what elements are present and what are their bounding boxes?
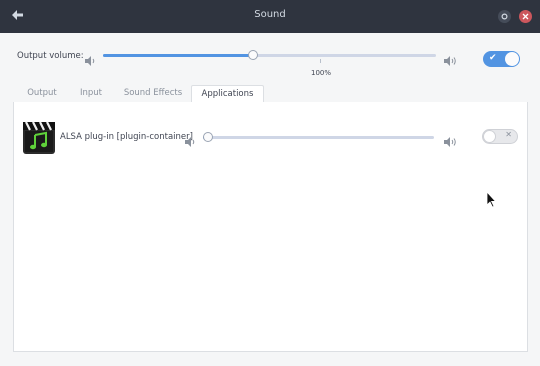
title-bar: Sound [0,0,540,33]
output-volume-slider[interactable] [103,54,436,57]
x-icon: ✕ [505,130,512,139]
tab-sound-effects[interactable]: Sound Effects [111,85,195,102]
speaker-high-icon [444,132,456,147]
window-title: Sound [254,9,286,20]
app-volume-slider[interactable] [203,136,434,139]
volume-tick [320,59,321,63]
toggle-knob [483,130,496,143]
check-icon: ✔ [489,53,497,63]
media-player-icon [22,121,56,155]
output-volume-fill [103,54,253,57]
sound-panel: Output volume: 100% ✔ Output Input Sound… [0,33,540,366]
app-name-label: ALSA plug-in [plugin-container] [60,132,193,142]
output-enable-toggle[interactable]: ✔ [483,51,520,67]
output-volume-knob[interactable] [247,50,258,60]
volume-tick-label: 100% [311,69,332,77]
speaker-low-icon [85,51,97,66]
tab-applications[interactable]: Applications [191,85,264,103]
speaker-high-icon [444,51,456,66]
tab-output[interactable]: Output [13,85,71,102]
app-volume-knob[interactable] [202,132,213,142]
toggle-knob [505,52,519,66]
mouse-pointer-icon [486,190,497,212]
app-enable-toggle[interactable]: ✕ [482,129,518,144]
close-icon[interactable] [519,10,532,23]
speaker-low-icon [185,132,197,147]
output-volume-label: Output volume: [17,51,84,61]
tab-input[interactable]: Input [71,85,111,102]
minimize-icon[interactable] [498,10,511,23]
